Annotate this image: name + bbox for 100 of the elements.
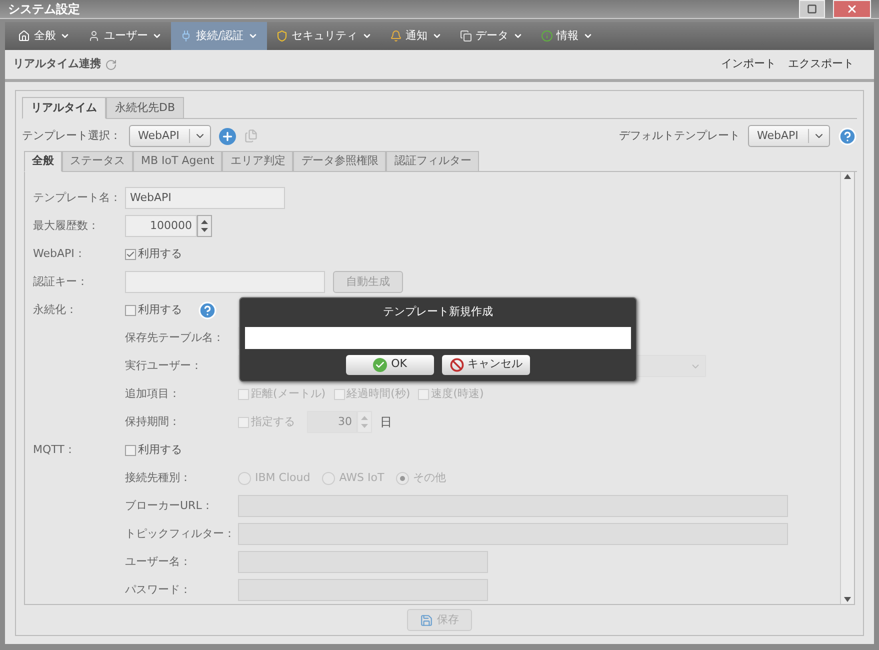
tab[interactable]: 永続化先DB [106,97,184,119]
dropdown[interactable]: WebAPI [129,125,211,147]
checkbox[interactable] [125,304,136,316]
tab[interactable]: MB IoT Agent [133,151,222,172]
close-button[interactable] [833,0,871,18]
page-title: リアルタイム連携 [13,56,101,72]
checkbox-label: 距離(メートル) [251,386,326,402]
shield-icon [276,30,288,42]
input-field[interactable] [238,551,488,573]
input-field[interactable]: WebAPI [125,187,285,209]
field-label: 保持期間： [125,414,180,428]
checkbox-label: 利用する [138,302,182,318]
input-field[interactable] [238,579,488,601]
tab[interactable]: エリア判定 [222,151,294,172]
tab[interactable]: ステータス [62,151,133,172]
maximize-button[interactable] [799,0,825,18]
field-label: 接続先種別： [125,470,191,484]
field-label: デフォルトテンプレート [619,128,740,144]
checkbox[interactable] [125,444,136,456]
field-label: 最大履歴数： [33,218,99,232]
menu-item[interactable]: データ [450,22,532,50]
field-label: トピックフィルター： [125,526,235,540]
radio-label: AWS IoT [339,470,384,486]
checkbox-label: 指定する [251,414,295,430]
checkbox[interactable] [125,248,136,260]
info-icon [540,30,553,42]
user-icon [88,30,100,42]
copy-icon [460,30,472,42]
down-arrow-icon[interactable] [844,597,851,602]
caret-icon [152,31,162,41]
input-field[interactable] [245,326,631,348]
caret-icon [362,31,372,41]
header-link[interactable]: エクスポート [788,56,854,73]
radio-label: IBM Cloud [255,470,310,486]
spin-button[interactable] [197,215,212,237]
check-icon [373,358,388,372]
refresh-icon[interactable] [105,58,117,70]
input-field[interactable] [238,523,788,545]
field-label: 永続化： [33,302,77,316]
maximize-icon [807,4,817,14]
home-icon [18,30,30,42]
close-icon [846,3,858,15]
help-icon[interactable] [838,126,857,146]
header-link[interactable]: インポート [721,56,776,73]
ok-button[interactable]: OK [346,354,434,374]
save-icon [420,614,433,626]
caret-icon [582,31,593,41]
menu-item[interactable]: 通知 [380,22,451,50]
tab[interactable]: データ参照権限 [293,151,386,172]
field-label: テンプレート名： [33,190,121,204]
add-icon[interactable] [219,128,236,144]
menu-item[interactable]: 全般 [9,22,79,50]
radio-button[interactable] [396,472,410,484]
forbidden-icon [450,358,464,372]
menu-item[interactable]: 接続/認証 [171,22,267,50]
tab[interactable]: 全般 [24,151,62,172]
input-field[interactable] [238,495,788,517]
field-label: 認証キー： [33,274,88,288]
menu-item[interactable]: セキュリティ [266,22,381,50]
tab[interactable]: リアルタイム [22,97,106,119]
field-label: WebAPI： [33,246,86,260]
checkbox-label: 経過時間(秒) [346,386,410,402]
field-label: ユーザー名： [125,554,191,568]
tab[interactable]: 認証フィルター [386,151,480,172]
menu-item[interactable]: ユーザー [79,22,171,50]
number-field[interactable]: 100000 [125,215,197,237]
spin-arrows-icon [361,415,368,429]
number-field[interactable]: 30 [307,411,357,433]
checkbox-label: 利用する [138,246,182,262]
field-label: ブローカーURL： [125,498,213,512]
checkbox[interactable] [238,416,249,428]
field-label: MQTT： [33,442,76,456]
caret-icon [248,31,258,41]
checkbox[interactable] [334,388,345,400]
field-label: 保存先テーブル名： [125,330,224,344]
cancel-button[interactable]: キャンセル [442,354,530,374]
dialog-title: テンプレート新規作成 [383,304,493,320]
checkbox-label: 速度(時速) [431,386,484,402]
field-label: 実行ユーザー： [125,358,202,372]
radio-button[interactable] [322,472,336,484]
checkbox[interactable] [238,388,249,400]
bell-icon [390,30,402,42]
field-label: パスワード： [125,582,191,596]
unit-label: 日 [380,414,392,431]
field-label: 追加項目： [125,386,180,400]
dropdown[interactable]: WebAPI [748,125,830,147]
up-arrow-icon[interactable] [844,174,851,179]
caret-icon [512,31,523,41]
caret-icon [60,31,70,41]
input-field[interactable] [125,271,325,293]
caret-icon [432,31,442,41]
checkbox-label: 利用する [138,442,182,458]
radio-button[interactable] [238,472,251,484]
checkbox[interactable] [418,388,430,400]
menu-item[interactable]: 情報 [532,22,602,50]
field-label: テンプレート選択： [22,128,121,144]
spin-arrows-icon [201,219,208,233]
help-icon[interactable] [198,300,217,320]
copy-icon[interactable] [244,129,258,143]
scrollbar[interactable] [840,172,854,604]
